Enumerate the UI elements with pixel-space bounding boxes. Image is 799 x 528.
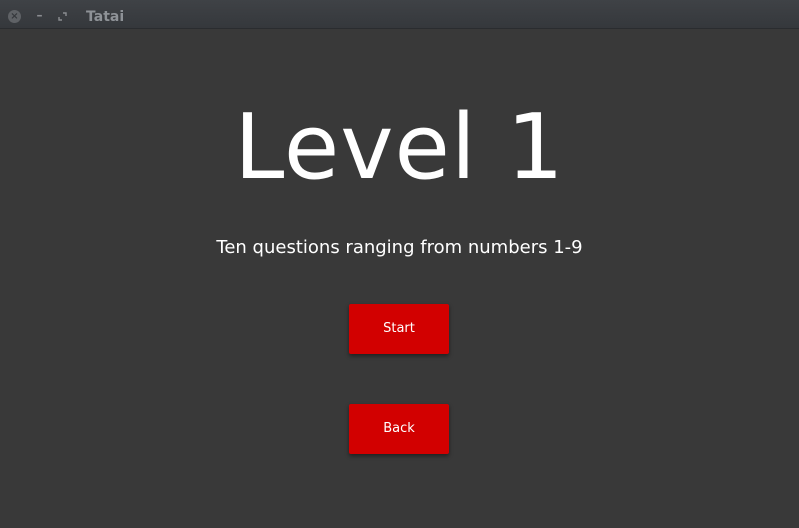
level-description: Ten questions ranging from numbers 1-9 <box>216 237 583 258</box>
maximize-icon[interactable] <box>57 11 68 22</box>
app-window: × – Tatai Level 1 Ten questions ranging … <box>0 0 799 528</box>
title-bar[interactable]: × – Tatai <box>0 0 799 29</box>
back-button[interactable]: Back <box>349 404 449 454</box>
close-icon[interactable]: × <box>8 10 21 23</box>
start-button[interactable]: Start <box>349 304 449 354</box>
minimize-icon[interactable]: – <box>33 9 46 22</box>
level-heading: Level 1 <box>234 95 565 200</box>
window-title: Tatai <box>86 9 125 25</box>
